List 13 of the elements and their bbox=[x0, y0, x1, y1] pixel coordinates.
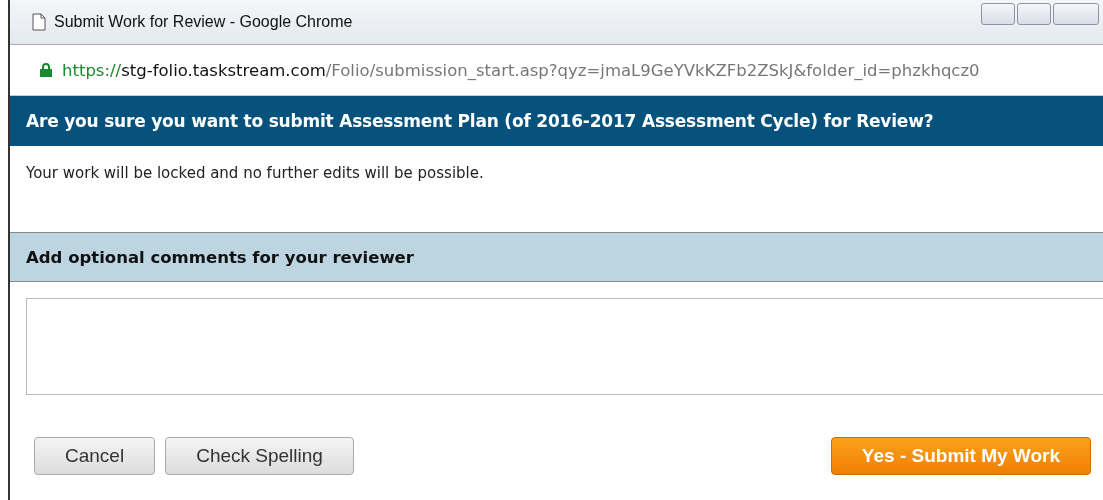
url-text[interactable]: https://stg-folio.taskstream.com/Folio/submission_start.asp?qyz=jmaL9GeYVkKZFb2ZSkJ&folder_id=phzkhqcz0 bbox=[62, 60, 980, 80]
message-text: Your work will be locked and no further edits will be possible. bbox=[26, 164, 484, 182]
window-title: Submit Work for Review - Google Chrome bbox=[54, 13, 353, 31]
section-heading: Add optional comments for your reviewer bbox=[26, 247, 414, 267]
dialog-button[interactable]: Cancel bbox=[34, 437, 156, 475]
page-icon bbox=[32, 13, 46, 31]
close-button[interactable] bbox=[1053, 3, 1099, 25]
maximize-button[interactable] bbox=[1017, 3, 1051, 25]
minimize-button[interactable] bbox=[981, 3, 1015, 25]
dialog-heading: Are you sure you want to submit Assessment Plan (of 2016-2017 Assessment Cycle) for Review? bbox=[26, 111, 934, 131]
dialog-button[interactable]: Check Spelling bbox=[165, 437, 354, 475]
comments-field[interactable] bbox=[26, 298, 1103, 395]
lock-icon bbox=[40, 63, 52, 77]
